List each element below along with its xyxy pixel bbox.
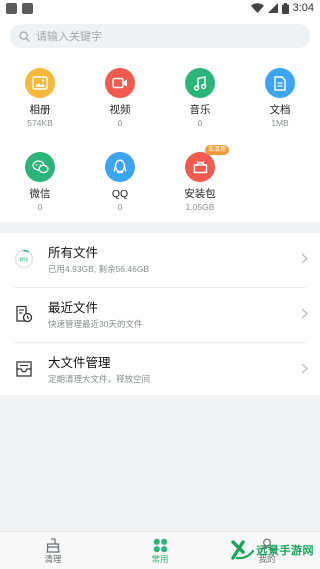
- chevron-right-icon: [301, 253, 308, 264]
- category-apk[interactable]: 去清理 安装包 1.05GB: [165, 145, 235, 212]
- watermark-logo-icon: [230, 540, 254, 560]
- photo-icon: [25, 68, 55, 98]
- clean-badge[interactable]: 去清理: [205, 145, 230, 155]
- notification-icon: [6, 3, 17, 14]
- category-label: QQ: [111, 188, 129, 200]
- tab-label: 常用: [151, 554, 169, 564]
- watermark-text: 远景手游网: [256, 545, 314, 557]
- category-wechat[interactable]: 微信 0: [5, 152, 75, 212]
- category-documents[interactable]: 文档 1MB: [245, 68, 315, 128]
- category-panel: 请输入关键字 相册 574KB 视频 0 音乐 0 文档 1MB 微信 0 QQ…: [0, 18, 320, 222]
- video-icon: [105, 68, 135, 98]
- category-label: 微信: [29, 188, 51, 200]
- category-label: 安装包: [184, 188, 216, 200]
- category-label: 音乐: [189, 104, 211, 116]
- wifi-icon: [250, 3, 264, 13]
- status-time: 3:04: [292, 2, 314, 14]
- qq-icon: [105, 152, 135, 182]
- search-icon: [19, 30, 30, 42]
- chevron-right-icon: [301, 363, 308, 374]
- category-size: 0: [117, 202, 123, 212]
- category-label: 视频: [109, 104, 131, 116]
- category-size: 1MB: [271, 118, 289, 128]
- category-size: 0: [37, 202, 43, 212]
- battery-icon: [281, 2, 289, 14]
- watermark: 远景手游网: [230, 540, 315, 560]
- notification-icon: [22, 3, 33, 14]
- apk-icon: 去清理: [185, 145, 230, 182]
- wechat-icon: [25, 152, 55, 182]
- all-files-row[interactable]: 8% 所有文件 已用4.93GB, 剩余56.46GB: [0, 233, 320, 287]
- storage-ring-icon: 8%: [14, 249, 34, 269]
- category-size: 574KB: [27, 118, 53, 128]
- search-placeholder: 请输入关键字: [36, 31, 102, 43]
- category-videos[interactable]: 视频 0: [85, 68, 155, 128]
- search-input[interactable]: 请输入关键字: [10, 24, 310, 48]
- category-music[interactable]: 音乐 0: [165, 68, 235, 128]
- broom-icon: [23, 537, 83, 553]
- category-photos[interactable]: 相册 574KB: [5, 68, 75, 128]
- row-title: 所有文件: [48, 246, 99, 260]
- tab-common[interactable]: 常用: [130, 537, 190, 564]
- tab-label: 清理: [44, 554, 62, 564]
- usage-percent-label: 8%: [20, 257, 29, 263]
- grid-icon: [130, 537, 190, 553]
- row-title: 最近文件: [48, 301, 99, 315]
- large-files-icon: [14, 359, 34, 379]
- tab-clean[interactable]: 清理: [23, 537, 83, 564]
- signal-icon: [267, 3, 278, 13]
- row-description: 快速管理最近30天的文件: [48, 319, 143, 329]
- row-title: 大文件管理: [48, 356, 111, 370]
- category-qq[interactable]: QQ 0: [85, 152, 155, 212]
- recent-files-icon: [14, 304, 34, 324]
- large-files-row[interactable]: 大文件管理 定期清理大文件，释放空间: [0, 343, 320, 397]
- category-size: 0: [117, 118, 123, 128]
- category-label: 文档: [269, 104, 291, 116]
- row-description: 已用4.93GB, 剩余56.46GB: [48, 264, 150, 274]
- category-size: 1.05GB: [185, 202, 215, 212]
- recent-files-row[interactable]: 最近文件 快速管理最近30天的文件: [0, 288, 320, 342]
- category-size: 0: [197, 118, 203, 128]
- category-label: 相册: [29, 104, 51, 116]
- file-management-list: 8% 所有文件 已用4.93GB, 剩余56.46GB 最近文件 快速管理最近3…: [0, 233, 320, 395]
- document-icon: [265, 68, 295, 98]
- music-icon: [185, 68, 215, 98]
- row-description: 定期清理大文件，释放空间: [48, 374, 151, 384]
- status-bar: 3:04: [0, 0, 320, 18]
- chevron-right-icon: [301, 308, 308, 319]
